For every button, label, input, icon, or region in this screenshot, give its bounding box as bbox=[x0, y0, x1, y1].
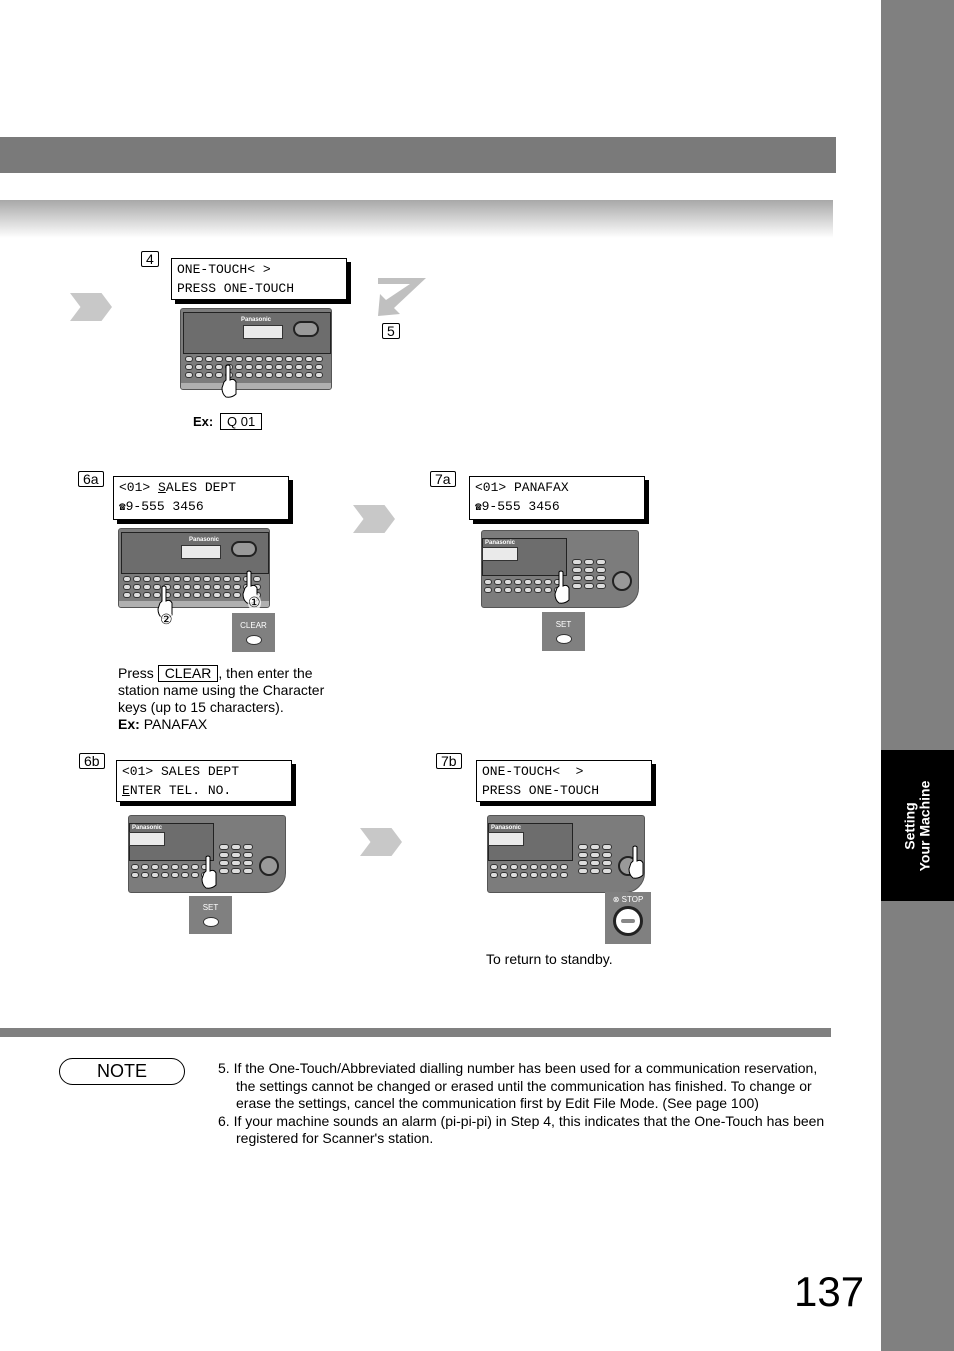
set-button-illustration: SET bbox=[189, 896, 232, 934]
lcd-rest: ALES DEPT bbox=[165, 480, 237, 495]
step-7a-lcd: <01> PANAFAX ☎9-555 3456 bbox=[469, 476, 645, 520]
press-text: Press bbox=[118, 665, 154, 681]
step-marker-1: ① bbox=[248, 594, 261, 611]
pointing-hand-icon bbox=[554, 570, 570, 604]
step-6b-number: 6b bbox=[79, 753, 105, 769]
chapter-tab-line2: Your Machine bbox=[916, 780, 933, 871]
panel-brand: Panasonic bbox=[189, 537, 220, 543]
phone-icon: ☎ bbox=[119, 502, 126, 514]
panel-brand: Panasonic bbox=[132, 825, 163, 831]
step-6a-number: 6a bbox=[78, 471, 104, 487]
example-label: Ex: bbox=[118, 716, 140, 732]
pointing-hand-icon bbox=[221, 364, 237, 398]
note-item: 6. If your machine sounds an alarm (pi-p… bbox=[218, 1112, 825, 1147]
stop-icon: ⊗ bbox=[612, 895, 620, 904]
notes-list: 5. If the One-Touch/Abbreviated dialling… bbox=[218, 1060, 833, 1148]
fax-control-panel: Panasonic bbox=[180, 308, 332, 390]
chapter-tab-label: Setting Your Machine bbox=[881, 750, 954, 901]
lcd-line-1: <01> PANAFAX bbox=[475, 480, 569, 495]
set-button-label: SET bbox=[202, 903, 219, 912]
panel-brand: Panasonic bbox=[241, 317, 272, 323]
branch-arrow-icon bbox=[378, 278, 426, 316]
section-title-bar bbox=[0, 137, 836, 173]
phone-icon: ☎ bbox=[475, 502, 482, 514]
panel-brand: Panasonic bbox=[491, 825, 522, 831]
step-7b-lcd: ONE-TOUCH< > PRESS ONE-TOUCH bbox=[476, 760, 652, 802]
stop-button-illustration: ⊗ STOP bbox=[605, 892, 651, 944]
next-step-arrow bbox=[353, 505, 395, 533]
clear-button-label: CLEAR bbox=[240, 620, 267, 630]
chapter-side-tab bbox=[881, 0, 954, 1351]
step-6b-lcd: <01> SALES DEPT ENTER TEL. NO. bbox=[116, 760, 292, 802]
clear-key-ref: CLEAR bbox=[157, 665, 219, 682]
note-item: 5. If the One-Touch/Abbreviated dialling… bbox=[218, 1060, 818, 1111]
stop-button-label: STOP bbox=[621, 895, 644, 904]
step-6a-instruction: Press CLEAR, then enter the station name… bbox=[118, 665, 348, 733]
lcd-line-2: PRESS ONE-TOUCH bbox=[177, 281, 295, 296]
pointing-hand-icon bbox=[201, 855, 217, 889]
example-key: Q 01 bbox=[220, 413, 263, 430]
step-4-number: 4 bbox=[141, 251, 159, 267]
step-7a-number: 7a bbox=[430, 471, 456, 487]
set-button-illustration: SET bbox=[542, 612, 585, 651]
note-label: NOTE bbox=[59, 1058, 185, 1085]
set-button-label: SET bbox=[555, 619, 572, 629]
one-touch-keys bbox=[185, 356, 323, 378]
example-value: PANAFAX bbox=[143, 716, 208, 732]
section-divider bbox=[0, 1028, 831, 1037]
subsection-bar bbox=[0, 200, 833, 238]
lcd-line-2: NTER TEL. NO. bbox=[129, 783, 232, 798]
fax-control-panel: Panasonic bbox=[487, 815, 645, 893]
step-marker-2: ② bbox=[160, 611, 173, 628]
panel-brand: Panasonic bbox=[485, 540, 516, 546]
lcd-line-1: ONE-TOUCH< > bbox=[177, 262, 271, 277]
lcd-line-1: ONE-TOUCH< > bbox=[482, 764, 584, 779]
next-step-arrow bbox=[360, 828, 402, 856]
lcd-line-1: <01> SALES DEPT bbox=[122, 764, 240, 779]
lcd-line-2: 9-555 3456 bbox=[481, 499, 560, 514]
lcd-line-2: 9-555 3456 bbox=[125, 499, 204, 514]
clear-button-illustration: CLEAR bbox=[232, 613, 275, 652]
cursor-char: S bbox=[158, 480, 166, 495]
chapter-tab-line1: Setting bbox=[901, 801, 918, 850]
cursor-char: E bbox=[122, 783, 130, 798]
lcd-prefix: <01> bbox=[119, 480, 159, 495]
step-5-number: 5 bbox=[382, 323, 400, 339]
step-4-lcd: ONE-TOUCH< > PRESS ONE-TOUCH bbox=[171, 258, 347, 300]
step-7b-caption: To return to standby. bbox=[486, 951, 613, 967]
step-7b-number: 7b bbox=[436, 753, 462, 769]
next-step-arrow bbox=[70, 293, 112, 321]
example-label: Ex: bbox=[193, 414, 214, 429]
lcd-line-2: PRESS ONE-TOUCH bbox=[482, 783, 600, 798]
page-number: 137 bbox=[794, 1268, 865, 1315]
pointing-hand-icon bbox=[628, 845, 644, 879]
step-6a-lcd: <01> SALES DEPT ☎9-555 3456 bbox=[113, 476, 289, 520]
